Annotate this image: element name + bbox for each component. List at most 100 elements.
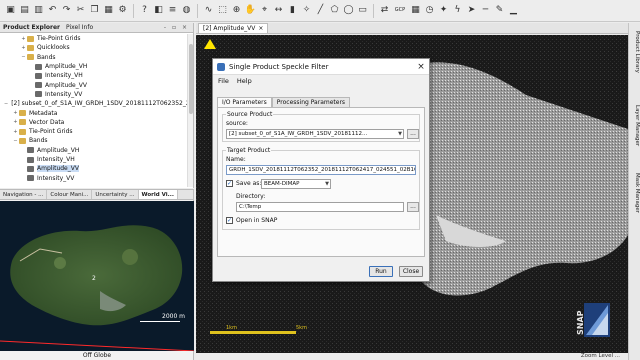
product-explorer-tabs: Product Explorer Pixel Info - ▫ × [0, 23, 193, 33]
preferences-icon[interactable]: ⚙ [116, 4, 129, 17]
tree-node[interactable]: + Quicklooks [0, 43, 193, 52]
gcp-tool-icon[interactable]: ✦ [437, 4, 450, 17]
tree-node[interactable]: Intensity_VH [0, 155, 193, 164]
scale-label-2: 5km [296, 325, 307, 331]
tool-window-tab[interactable]: Colour Mani... [47, 190, 93, 199]
expand-toggle-icon[interactable]: − [4, 101, 8, 107]
tree-node[interactable]: Intensity_VV [0, 90, 193, 99]
close-button[interactable]: Close [399, 266, 423, 277]
time-series-icon[interactable]: ◷ [423, 4, 436, 17]
tab-io-parameters[interactable]: I/O Parameters [217, 97, 272, 107]
tree-node[interactable]: + Tie-Point Grids [0, 127, 193, 136]
expand-toggle-icon[interactable]: + [20, 45, 27, 51]
tree-node[interactable]: Amplitude_VV [0, 80, 193, 89]
line-icon[interactable]: ─ [479, 4, 492, 17]
save-as-checkbox[interactable]: ✓ [226, 180, 233, 187]
redo-icon[interactable]: ↷ [60, 4, 73, 17]
tree-node[interactable]: + Vector Data [0, 118, 193, 127]
directory-browse-button[interactable]: ... [407, 202, 419, 212]
tree-node[interactable]: Amplitude_VH [0, 146, 193, 155]
rail-layer-manager[interactable]: Layer Manager [630, 105, 640, 146]
source-browse-button[interactable]: ... [407, 129, 419, 139]
expand-toggle-icon[interactable]: + [12, 129, 19, 135]
gcp-icon[interactable]: GCP [392, 4, 408, 17]
globe-icon[interactable]: ◍ [180, 4, 193, 17]
directory-input[interactable]: C:\Temp [236, 202, 404, 212]
tree-node[interactable]: Intensity_VV [0, 173, 193, 182]
flash-icon[interactable]: ϟ [451, 4, 464, 17]
tree-node[interactable]: Intensity_VH [0, 71, 193, 80]
tab-amplitude-vv[interactable]: [2] Amplitude_VV × [198, 23, 269, 33]
format-select[interactable]: BEAM-DIMAP ▼ [261, 179, 331, 189]
cut-icon[interactable]: ✂ [74, 4, 87, 17]
copy-icon[interactable]: ❐ [88, 4, 101, 17]
pencil-icon[interactable]: ✎ [493, 4, 506, 17]
sync-icon[interactable]: ⇄ [378, 4, 391, 17]
tree-node[interactable]: + Metadata [0, 108, 193, 117]
world-view-map[interactable]: 2 2000 m [0, 201, 194, 351]
new-product-icon[interactable]: ▣ [4, 4, 17, 17]
expand-toggle-icon[interactable]: + [12, 110, 19, 116]
tree-scrollbar[interactable] [187, 34, 193, 187]
help-icon[interactable]: ? [138, 4, 151, 17]
panel-window-controls[interactable]: - ▫ × [164, 24, 189, 31]
palette-icon[interactable]: ◧ [152, 4, 165, 17]
menu-file[interactable]: File [218, 77, 229, 85]
zoom-icon[interactable]: ⊕ [230, 4, 243, 17]
tree-node[interactable]: − Bands [0, 53, 193, 62]
tool-window-tab[interactable]: World Vi... [138, 190, 178, 199]
pin-icon[interactable]: ⌖ [258, 4, 271, 17]
tree-node[interactable]: + Tie-Point Grids [0, 34, 193, 43]
tool-window-tab[interactable]: Navigation - ... [0, 190, 48, 199]
tree-node[interactable]: Amplitude_VV [0, 164, 193, 173]
image-tab-close-icon[interactable]: × [258, 25, 263, 32]
open-icon[interactable]: ▤ [18, 4, 31, 17]
range-icon[interactable]: ↔ [272, 4, 285, 17]
magic-wand-icon[interactable]: ✧ [300, 4, 313, 17]
scale-label-1: 1km [226, 325, 237, 331]
tab-product-explorer[interactable]: Product Explorer [3, 24, 60, 31]
minimize-icon[interactable]: ▁ [507, 4, 520, 17]
folder-icon [19, 110, 26, 117]
rail-mask-manager[interactable]: Mask Manager [630, 173, 640, 213]
run-button[interactable]: Run [369, 266, 393, 277]
rectangle-icon[interactable]: ▭ [356, 4, 369, 17]
tree-node-label: [2] subset_0_of_S1A_IW_GRDH_1SDV_2018111… [11, 100, 193, 108]
undo-icon[interactable]: ↶ [46, 4, 59, 17]
target-name-input[interactable]: GRDH_1SDV_20181112T062352_20181112T06241… [226, 165, 416, 175]
grid-icon[interactable]: ▦ [409, 4, 422, 17]
scrollbar-thumb[interactable] [189, 44, 193, 114]
band-icon [27, 165, 34, 172]
ellipse-icon[interactable]: ◯ [342, 4, 355, 17]
tab-processing-parameters[interactable]: Processing Parameters [271, 97, 351, 107]
wave-icon[interactable]: ∿ [202, 4, 215, 17]
tree-node-label: Tie-Point Grids [29, 128, 73, 136]
paste-icon[interactable]: ▦ [102, 4, 115, 17]
save-icon[interactable]: ▥ [32, 4, 45, 17]
tree-node[interactable]: − [2] subset_0_of_S1A_IW_GRDH_1SDV_201811… [0, 99, 193, 108]
pointer-icon[interactable]: ➤ [465, 4, 478, 17]
dialog-close-icon[interactable]: × [413, 62, 429, 72]
tree-node-label: Amplitude_VH [45, 63, 88, 71]
rail-product-library[interactable]: Product Library [630, 31, 640, 73]
expand-toggle-icon[interactable]: + [20, 36, 27, 42]
expand-toggle-icon[interactable]: + [12, 119, 19, 125]
dialog-menu: File Help [213, 75, 429, 86]
folder-icon [19, 119, 26, 126]
pan-icon[interactable]: ✋ [244, 4, 257, 17]
expand-toggle-icon[interactable]: − [20, 54, 27, 60]
source-product-select[interactable]: [2] subset_0_of_S1A_IW_GRDH_1SDV_2018111… [226, 129, 404, 139]
tree-node[interactable]: Amplitude_VH [0, 62, 193, 71]
open-in-snap-checkbox[interactable]: ✓ [226, 217, 233, 224]
tab-pixel-info[interactable]: Pixel Info [66, 24, 93, 31]
band-icon [35, 72, 42, 79]
tree-node[interactable]: − Bands [0, 136, 193, 145]
histogram-icon[interactable]: ▮ [286, 4, 299, 17]
expand-toggle-icon[interactable]: − [12, 138, 19, 144]
layers-icon[interactable]: ≡ [166, 4, 179, 17]
polygon-icon[interactable]: ⬠ [328, 4, 341, 17]
draw-line-icon[interactable]: ╱ [314, 4, 327, 17]
menu-help[interactable]: Help [237, 77, 252, 85]
tool-window-tab[interactable]: Uncertainty ... [92, 190, 139, 199]
select-tool-icon[interactable]: ⬚ [216, 4, 229, 17]
